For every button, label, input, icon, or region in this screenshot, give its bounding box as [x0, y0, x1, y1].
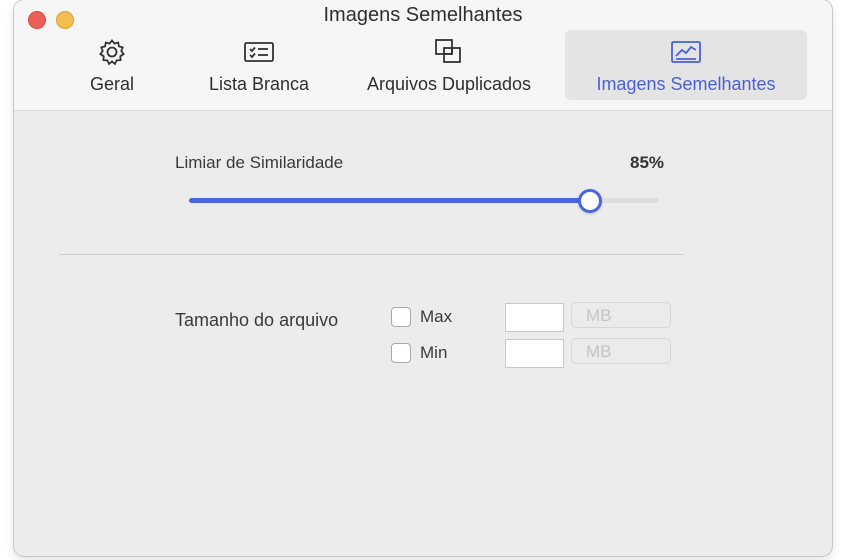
window-title: Imagens Semelhantes: [323, 4, 523, 26]
min-size-label: Min: [420, 343, 448, 362]
file-size-label: Tamanho do arquivo: [175, 310, 339, 330]
similarity-value: 85%: [630, 153, 665, 172]
tab-label: Imagens Semelhantes: [596, 74, 776, 94]
duplicate-files-icon: [432, 38, 466, 66]
checklist-icon: [242, 38, 276, 66]
tab-label: Arquivos Duplicados: [366, 74, 532, 94]
max-size-checkbox[interactable]: [391, 307, 411, 327]
min-size-checkbox[interactable]: [391, 343, 411, 363]
slider-thumb[interactable]: [577, 189, 602, 213]
section-divider: [59, 254, 684, 255]
min-size-input[interactable]: [505, 339, 564, 368]
tab-label: Lista Branca: [208, 74, 310, 94]
preferences-window: Imagens Semelhantes Geral Lista Branca A…: [14, 0, 832, 556]
image-chart-icon: [669, 38, 703, 66]
tab-lista-branca[interactable]: Lista Branca: [194, 30, 324, 100]
tab-geral[interactable]: Geral: [72, 30, 152, 100]
similarity-threshold-label: Limiar de Similaridade: [175, 153, 344, 172]
gear-icon: [95, 38, 129, 66]
max-size-unit: MB: [571, 302, 671, 328]
tab-label: Geral: [89, 74, 134, 94]
similarity-slider[interactable]: [189, 189, 659, 213]
max-size-input[interactable]: [505, 303, 564, 332]
tab-imagens-semelhantes[interactable]: Imagens Semelhantes: [565, 30, 807, 100]
slider-fill: [189, 198, 589, 203]
max-size-label: Max: [420, 307, 453, 326]
min-size-unit: MB: [571, 338, 671, 364]
title-bar: Imagens Semelhantes Geral Lista Branca A…: [14, 0, 832, 111]
tab-arquivos-duplicados[interactable]: Arquivos Duplicados: [354, 30, 544, 100]
